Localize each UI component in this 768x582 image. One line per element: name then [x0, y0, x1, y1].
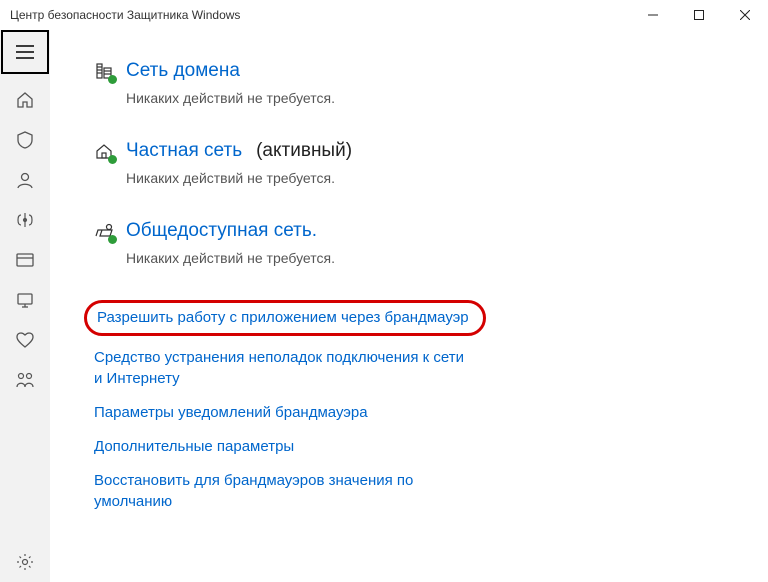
device-performance-icon[interactable] — [1, 280, 49, 320]
domain-network-title[interactable]: Сеть домена — [126, 60, 240, 82]
device-health-icon[interactable] — [1, 320, 49, 360]
account-icon[interactable] — [1, 160, 49, 200]
public-network-title[interactable]: Общедоступная сеть. — [126, 220, 317, 242]
home-icon[interactable] — [1, 80, 49, 120]
main-content: Сеть домена Никаких действий не требуетс… — [50, 30, 768, 582]
minimize-button[interactable] — [630, 0, 676, 30]
shield-icon[interactable] — [1, 120, 49, 160]
private-network-active-label: (активный) — [256, 140, 352, 162]
firewall-links-block: Разрешить работу с приложением через бра… — [94, 300, 728, 512]
public-network-section: Общедоступная сеть. Никаких действий не … — [94, 220, 728, 266]
restore-defaults-link[interactable]: Восстановить для брандмауэров значения п… — [94, 471, 474, 512]
settings-gear-icon[interactable] — [1, 542, 49, 582]
family-options-icon[interactable] — [1, 360, 49, 400]
private-network-status: Никаких действий не требуется. — [126, 170, 728, 186]
allow-app-through-firewall-link[interactable]: Разрешить работу с приложением через бра… — [97, 308, 469, 328]
firewall-notification-settings-link[interactable]: Параметры уведомлений брандмауэра — [94, 403, 474, 423]
firewall-network-icon[interactable] — [1, 200, 49, 240]
hamburger-menu-button[interactable] — [1, 30, 49, 74]
app-browser-control-icon[interactable] — [1, 240, 49, 280]
domain-network-section: Сеть домена Никаких действий не требуетс… — [94, 60, 728, 106]
private-network-title[interactable]: Частная сеть — [126, 140, 242, 162]
public-network-icon — [94, 221, 114, 241]
window-titlebar: Центр безопасности Защитника Windows — [0, 0, 768, 30]
allow-app-highlight: Разрешить работу с приложением через бра… — [84, 300, 486, 336]
sidebar — [0, 30, 50, 582]
private-network-section: Частная сеть (активный) Никаких действий… — [94, 140, 728, 186]
network-troubleshooter-link[interactable]: Средство устранения неполадок подключени… — [94, 348, 474, 389]
domain-network-status: Никаких действий не требуется. — [126, 90, 728, 106]
private-network-icon — [94, 141, 114, 161]
public-network-status: Никаких действий не требуется. — [126, 250, 728, 266]
window-title: Центр безопасности Защитника Windows — [10, 8, 630, 22]
close-button[interactable] — [722, 0, 768, 30]
advanced-settings-link[interactable]: Дополнительные параметры — [94, 437, 474, 457]
domain-network-icon — [94, 61, 114, 81]
window-controls — [630, 0, 768, 30]
maximize-button[interactable] — [676, 0, 722, 30]
